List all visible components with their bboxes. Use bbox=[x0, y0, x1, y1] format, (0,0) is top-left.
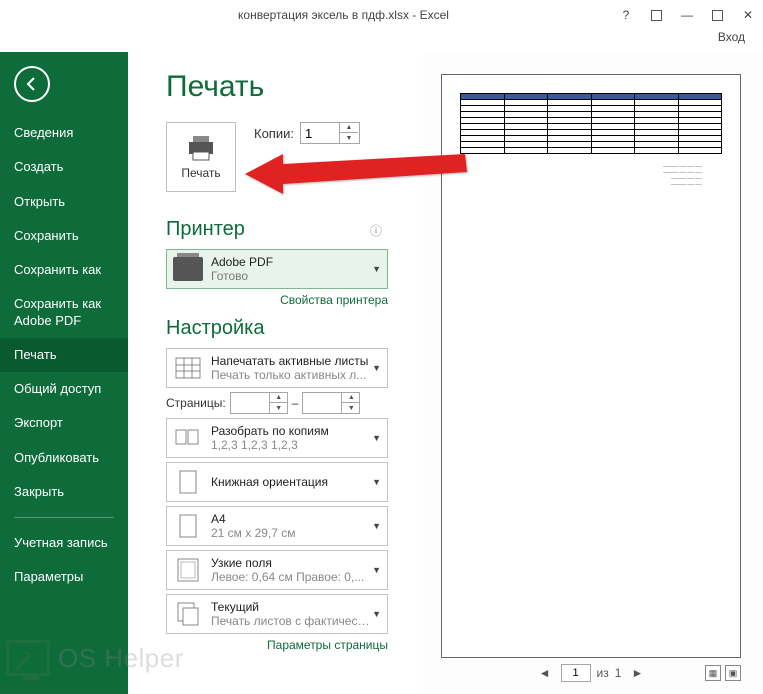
print-what-select[interactable]: Напечатать активные листыПечать только а… bbox=[166, 348, 388, 388]
sidebar-item-export[interactable]: Экспорт bbox=[0, 406, 128, 440]
print-button[interactable]: Печать bbox=[166, 122, 236, 192]
printer-section-title: Принтер bbox=[166, 218, 370, 241]
sidebar-item-info[interactable]: Сведения bbox=[0, 116, 128, 150]
sidebar-item-print[interactable]: Печать bbox=[0, 338, 128, 372]
maximize-button[interactable] bbox=[712, 10, 723, 21]
sidebar-item-saveas[interactable]: Сохранить как bbox=[0, 253, 128, 287]
copies-up[interactable]: ▲ bbox=[340, 123, 358, 133]
portrait-icon bbox=[173, 468, 203, 496]
printer-properties-link[interactable]: Свойства принтера bbox=[166, 293, 388, 307]
paper-size-select[interactable]: A421 см x 29,7 см ▼ bbox=[166, 506, 388, 546]
sidebar-item-publish[interactable]: Опубликовать bbox=[0, 441, 128, 475]
chevron-down-icon: ▼ bbox=[372, 264, 381, 274]
scaling-icon bbox=[173, 600, 203, 628]
login-link[interactable]: Вход bbox=[718, 30, 745, 44]
sidebar-item-saveas-pdf[interactable]: Сохранить как Adobe PDF bbox=[0, 287, 128, 338]
preview-summary: _______ ___ ___ __________ ___ ___ _____… bbox=[460, 162, 722, 186]
help-button[interactable]: ? bbox=[619, 8, 633, 22]
pages-to-input[interactable] bbox=[303, 393, 341, 413]
print-preview-pane: _______ ___ ___ __________ ___ ___ _____… bbox=[423, 52, 763, 694]
info-icon[interactable]: ⓘ bbox=[370, 222, 382, 239]
chevron-down-icon: ▼ bbox=[372, 363, 381, 373]
printer-select[interactable]: Adobe PDF Готово ▼ bbox=[166, 249, 388, 289]
copies-spinner[interactable]: ▲ ▼ bbox=[300, 122, 360, 144]
chevron-down-icon: ▼ bbox=[372, 609, 381, 619]
copies-label: Копии: bbox=[254, 126, 294, 141]
copies-input[interactable] bbox=[301, 126, 339, 141]
page-setup-link[interactable]: Параметры страницы bbox=[166, 638, 388, 652]
chevron-down-icon: ▼ bbox=[372, 433, 381, 443]
sidebar-item-open[interactable]: Открыть bbox=[0, 185, 128, 219]
show-margins-button[interactable]: ▦ bbox=[705, 665, 721, 681]
zoom-to-page-button[interactable]: ▣ bbox=[725, 665, 741, 681]
pages-label: Страницы: bbox=[166, 396, 226, 410]
settings-section-title: Настройка bbox=[166, 317, 423, 340]
close-button[interactable]: ✕ bbox=[741, 8, 755, 22]
pages-from-input[interactable] bbox=[231, 393, 269, 413]
sidebar-item-new[interactable]: Создать bbox=[0, 150, 128, 184]
preview-table bbox=[460, 93, 722, 154]
page-icon bbox=[173, 512, 203, 540]
total-pages: 1 bbox=[615, 666, 622, 680]
sidebar-item-save[interactable]: Сохранить bbox=[0, 219, 128, 253]
printer-icon bbox=[185, 134, 217, 162]
collate-icon bbox=[173, 424, 203, 452]
current-page-input[interactable] bbox=[561, 664, 591, 682]
copies-down[interactable]: ▼ bbox=[340, 133, 358, 143]
collate-select[interactable]: Разобрать по копиям1,2,3 1,2,3 1,2,3 ▼ bbox=[166, 418, 388, 458]
orientation-select[interactable]: Книжная ориентация ▼ bbox=[166, 462, 388, 502]
window-title: конвертация эксель в пдф.xlsx - Excel bbox=[68, 8, 619, 22]
back-button[interactable] bbox=[14, 66, 50, 102]
chevron-down-icon: ▼ bbox=[372, 477, 381, 487]
chevron-down-icon: ▼ bbox=[372, 565, 381, 575]
sidebar-item-account[interactable]: Учетная запись bbox=[0, 526, 128, 560]
page-title: Печать bbox=[166, 70, 423, 104]
chevron-down-icon: ▼ bbox=[372, 521, 381, 531]
restore-button[interactable] bbox=[651, 10, 662, 21]
minimize-button[interactable]: — bbox=[680, 8, 694, 22]
sheets-icon bbox=[173, 354, 203, 382]
scaling-select[interactable]: ТекущийПечать листов с фактическ... ▼ bbox=[166, 594, 388, 634]
next-page-button[interactable]: ► bbox=[627, 664, 647, 682]
margins-icon bbox=[173, 556, 203, 584]
sidebar-item-options[interactable]: Параметры bbox=[0, 560, 128, 594]
sidebar-item-share[interactable]: Общий доступ bbox=[0, 372, 128, 406]
preview-page: _______ ___ ___ __________ ___ ___ _____… bbox=[441, 74, 741, 658]
backstage-sidebar: Сведения Создать Открыть Сохранить Сохра… bbox=[0, 52, 128, 694]
margins-select[interactable]: Узкие поляЛевое: 0,64 см Правое: 0,... ▼ bbox=[166, 550, 388, 590]
printer-device-icon bbox=[173, 257, 203, 281]
sidebar-item-close[interactable]: Закрыть bbox=[0, 475, 128, 509]
prev-page-button[interactable]: ◄ bbox=[535, 664, 555, 682]
